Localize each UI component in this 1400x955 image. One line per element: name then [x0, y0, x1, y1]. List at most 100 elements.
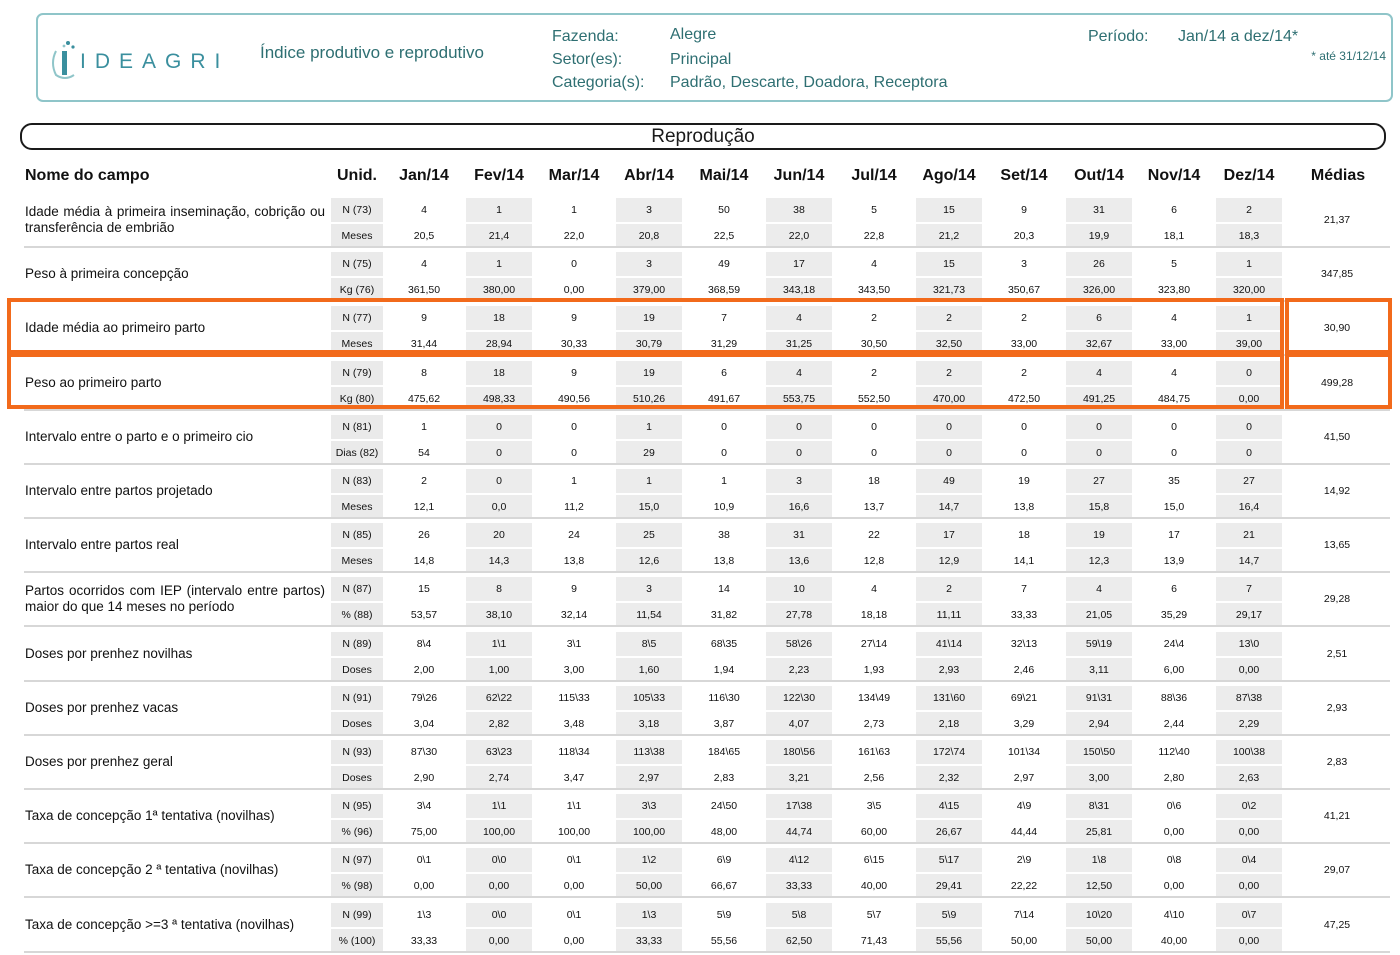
field-name: Doses por prenhez geral	[25, 754, 173, 769]
cell-value: 22,0	[766, 224, 832, 248]
category-value: Padrão, Descarte, Doadora, Receptora	[670, 74, 948, 91]
cell-value: 0,00	[466, 874, 532, 899]
cell-count: 4\10	[1163, 908, 1185, 921]
cell-count: 15	[418, 583, 430, 596]
cell-value: 21,2	[916, 224, 982, 248]
table-row: Peso à primeira concepção N (75) Kg (76) 4 1…	[0, 248, 1400, 303]
cell-count: 122\30	[766, 685, 832, 710]
cell-count: 3\3	[616, 794, 682, 819]
cell-value: 50,00	[616, 874, 682, 899]
cell-count: 0	[466, 469, 532, 493]
field-name: Intervalo entre partos real	[25, 537, 179, 553]
cell-value: 15,8	[1066, 495, 1132, 519]
cell-count: 41\14	[916, 631, 982, 656]
column-header-unit: Unid.	[337, 167, 377, 184]
cell-count: 1	[466, 198, 532, 222]
row-average: 29,28	[1323, 593, 1351, 606]
cell-count: 17\38	[766, 794, 832, 819]
cell-value: 2,90	[413, 772, 435, 784]
row-average: 47,25	[1323, 918, 1351, 931]
sector-value: Principal	[670, 51, 732, 68]
cell-value: 14,8	[413, 555, 435, 568]
cell-value: 50,00	[1066, 928, 1132, 953]
cell-value: 100,00	[466, 820, 532, 845]
cell-count: 18	[868, 475, 880, 487]
cell-value: 44,44	[1010, 826, 1038, 839]
unit-count: N (85)	[331, 523, 383, 548]
cell-count: 4\9	[1016, 800, 1032, 813]
cell-value: 16,4	[1216, 495, 1282, 519]
cell-value: 2,74	[466, 766, 532, 790]
cell-value: 16,6	[766, 495, 832, 519]
cell-value: 2,63	[1216, 766, 1282, 790]
row-average: 29,07	[1323, 864, 1351, 877]
column-header-month: Mai/14	[699, 167, 749, 184]
cell-count: 88\36	[1160, 691, 1188, 704]
cell-value: 2,83	[713, 772, 735, 784]
cell-count: 0	[571, 420, 577, 433]
cell-value: 12,6	[616, 549, 682, 574]
cell-count: 8\31	[1066, 794, 1132, 819]
cell-value: 0,00	[1216, 657, 1282, 682]
cell-count: 62\22	[466, 685, 532, 710]
cell-count: 25	[616, 523, 682, 548]
period-value: Jan/14 a dez/14*	[1178, 28, 1299, 45]
cell-value: 2,29	[1216, 711, 1282, 736]
cell-count: 7	[1021, 583, 1027, 596]
sector-label: Setor(es):	[552, 51, 623, 68]
cell-value: 0,00	[1216, 928, 1282, 953]
cell-value: 22,22	[1010, 880, 1038, 893]
cell-value: 2,18	[916, 711, 982, 736]
cell-count: 1	[571, 204, 577, 216]
unit-count: N (89)	[331, 631, 383, 656]
cell-value: 0	[1171, 446, 1177, 459]
cell-count: 3\1	[566, 637, 582, 650]
cell-value: 2,46	[1013, 663, 1035, 676]
cell-count: 35	[1168, 475, 1180, 487]
cell-value: 2,56	[863, 772, 885, 784]
cell-count: 91\31	[1066, 685, 1132, 710]
cell-count: 27	[1216, 469, 1282, 493]
cell-count: 6	[1171, 204, 1177, 216]
cell-count: 5	[871, 204, 877, 216]
cell-value: 22,5	[713, 230, 735, 242]
table-row: Taxa de concepção 2 ª tentativa (novilha…	[0, 844, 1400, 899]
cell-value: 18,18	[860, 609, 888, 622]
unit-count: N (93)	[331, 740, 383, 764]
field-name: Intervalo entre partos projetado	[25, 483, 213, 498]
cell-value: 50,00	[1010, 934, 1038, 947]
cell-value: 11,2	[564, 501, 584, 513]
cell-value: 44,74	[766, 820, 832, 845]
cell-value: 22,0	[563, 230, 585, 242]
cell-count: 1\3	[616, 902, 682, 927]
cell-count: 31	[1066, 198, 1132, 222]
cell-value: 0	[1021, 446, 1027, 459]
cell-value: 35,29	[1160, 609, 1188, 622]
cell-count: 50	[718, 204, 730, 216]
cell-value: 11,54	[616, 603, 682, 628]
field-name: Idade média à primeira inseminação, cobr…	[25, 204, 325, 235]
cell-count: 112\40	[1158, 746, 1190, 758]
unit-measure: % (100)	[331, 928, 383, 953]
unit-measure: Doses	[331, 766, 383, 790]
highlight-box-row	[7, 298, 1284, 355]
farm-label: Fazenda:	[552, 28, 619, 45]
cell-count: 3\5	[866, 800, 882, 813]
cell-count: 0	[1171, 420, 1177, 433]
cell-count: 14	[718, 583, 730, 596]
row-average: 14,92	[1323, 485, 1351, 497]
cell-count: 131\60	[916, 685, 982, 710]
cell-value: 11,11	[916, 603, 982, 628]
cell-value: 3,21	[766, 766, 832, 790]
cell-count: 1\1	[566, 800, 582, 813]
table-row: Taxa de concepção 1ª tentativa (novilhas…	[0, 790, 1400, 845]
cell-value: 1,94	[713, 663, 735, 676]
ideagri-logo: IDEAGRI	[50, 37, 240, 85]
row-average: 21,37	[1323, 214, 1351, 226]
cell-count: 31	[766, 523, 832, 548]
cell-count: 7\14	[1013, 908, 1035, 921]
unit-count: N (95)	[331, 794, 383, 819]
row-divider	[24, 950, 1390, 953]
farm-value: Alegre	[670, 26, 717, 43]
row-average: 13,65	[1323, 539, 1351, 552]
